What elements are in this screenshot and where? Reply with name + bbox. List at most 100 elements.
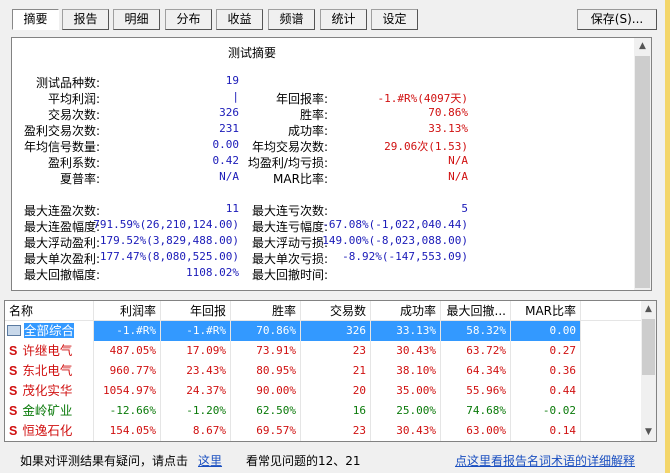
column-header-1[interactable]: 利润率	[94, 301, 161, 320]
summary-label: 最大连亏次数:	[251, 204, 328, 218]
stock-name-cell: S 金岭矿业	[5, 401, 94, 421]
tab-3[interactable]: 分布	[165, 9, 212, 30]
cell: 0.00	[511, 321, 581, 341]
glossary-link[interactable]: 点这里看报告名词术语的详细解释	[455, 452, 635, 469]
cell: 326	[301, 321, 371, 341]
summary-value: -149.00%(-8,023,088.00)	[315, 234, 468, 247]
cell: 1054.97%	[94, 381, 161, 401]
cell: 0.44	[511, 381, 581, 401]
summary-value: 326	[219, 106, 239, 119]
cell: 0.19	[511, 441, 581, 442]
summary-value: 179.52%(3,829,488.00)	[99, 234, 239, 247]
summary-label: 均盈利/均亏损:	[247, 156, 328, 170]
stock-name-cell: S 许继电气	[5, 341, 94, 361]
cell: 55.96%	[441, 381, 511, 401]
cell: 21	[301, 361, 371, 381]
summary-value: 19	[225, 74, 239, 87]
stock-name: 全部综合	[24, 323, 75, 338]
summary-label: 年均信号数量:	[23, 140, 100, 154]
cell: 16	[301, 401, 371, 421]
column-header-3[interactable]: 胜率	[231, 301, 301, 320]
table-row[interactable]: 全部综合 -1.#R% -1.#R% 70.86% 326 33.13% 58.32% 0.0…	[5, 321, 656, 341]
tab-2[interactable]: 明细	[113, 9, 160, 30]
tab-7[interactable]: 设定	[371, 9, 418, 30]
table-scrollbar[interactable]: ▲ ▼	[641, 301, 656, 441]
stock-marker-icon: S	[9, 364, 18, 378]
scroll-up-icon[interactable]: ▲	[634, 38, 651, 55]
summary-label: 胜率:	[299, 108, 328, 122]
cell: 73.91%	[231, 341, 301, 361]
tab-1[interactable]: 报告	[62, 9, 109, 30]
summary-label: 最大连亏幅度:	[251, 220, 328, 234]
summary-label: 盈利系数:	[47, 156, 100, 170]
table-row[interactable]: S 恒逸石化 154.05% 8.67% 69.57% 23 30.43% 63.00% 0.1…	[5, 421, 656, 441]
summary-value: |	[232, 90, 239, 103]
save-button[interactable]: 保存(S)...	[577, 9, 657, 30]
summary-value: -67.08%(-1,022,040.44)	[322, 218, 468, 231]
stock-name-cell: S河钢股份	[5, 441, 94, 442]
column-header-0[interactable]: 名称	[5, 301, 94, 320]
summary-label: 成功率:	[287, 124, 328, 138]
summary-label: 最大连盈次数:	[23, 204, 100, 218]
summary-label: 夏普率:	[59, 172, 100, 186]
stock-marker-icon: S	[9, 344, 18, 358]
results-table: 名称 利润率 年回报 胜率 交易数 成功率 最大回撤... MAR比率 全部综合 -1.#R% -…	[4, 300, 657, 442]
cell: 80.95%	[231, 361, 301, 381]
table-row[interactable]: S河钢股份260.00%12.10%61.11%1844.44%63.97%0.…	[5, 441, 656, 442]
cell: 61.11%	[231, 441, 301, 442]
table-row[interactable]: S 金岭矿业 -12.66% -1.20% 62.50% 16 25.00% 74.68% -0…	[5, 401, 656, 421]
scroll-down-icon[interactable]: ▼	[641, 424, 656, 441]
cell: 30.43%	[371, 421, 441, 441]
cell: 20	[301, 381, 371, 401]
summary-label: 最大单次盈利:	[23, 252, 100, 266]
stock-name-cell: S 东北电气	[5, 361, 94, 381]
stock-name: 金岭矿业	[22, 403, 73, 418]
summary-value: 29.06次(1.53)	[384, 140, 468, 153]
table-row[interactable]: S 茂化实华 1054.97% 24.37% 90.00% 20 35.00% 55.96% 0…	[5, 381, 656, 401]
summary-value: N/A	[219, 170, 239, 183]
column-header-5[interactable]: 成功率	[371, 301, 441, 320]
table-row[interactable]: S 东北电气 960.77% 23.43% 80.95% 21 38.10% 64.34% 0.…	[5, 361, 656, 381]
cell: 69.57%	[231, 421, 301, 441]
cell: 17.09%	[161, 341, 231, 361]
cell: -1.#R%	[94, 321, 161, 341]
stock-name: 茂化实华	[22, 383, 73, 398]
help-link[interactable]: 这里	[198, 452, 222, 469]
column-header-2[interactable]: 年回报	[161, 301, 231, 320]
summary-value: N/A	[448, 154, 468, 167]
column-header-4[interactable]: 交易数	[301, 301, 371, 320]
cell: 64.34%	[441, 361, 511, 381]
cell: 38.10%	[371, 361, 441, 381]
table-row[interactable]: S 许继电气 487.05% 17.09% 73.91% 23 30.43% 63.72% 0.…	[5, 341, 656, 361]
summary-title: 测试摘要	[227, 46, 276, 60]
cell: 960.77%	[94, 361, 161, 381]
stock-name-cell: S 恒逸石化	[5, 421, 94, 441]
summary-label: 年回报率:	[275, 92, 328, 106]
tab-0[interactable]: 摘要	[12, 9, 59, 30]
cell: 25.00%	[371, 401, 441, 421]
cell: 62.50%	[231, 401, 301, 421]
cell: 74.68%	[441, 401, 511, 421]
summary-value: 70.86%	[428, 106, 468, 119]
scroll-thumb[interactable]	[635, 56, 650, 288]
column-header-7[interactable]: MAR比率	[511, 301, 581, 320]
cell: 154.05%	[94, 421, 161, 441]
tab-4[interactable]: 收益	[216, 9, 263, 30]
tab-5[interactable]: 频谱	[268, 9, 315, 30]
scroll-up-icon[interactable]: ▲	[641, 301, 656, 318]
cell: 24.37%	[161, 381, 231, 401]
column-header-6[interactable]: 最大回撤...	[441, 301, 511, 320]
summary-scrollbar[interactable]: ▲	[634, 38, 651, 290]
footer-text: 如果对评测结果有疑问，请点击	[20, 454, 189, 468]
stock-name: 恒逸石化	[22, 423, 73, 438]
scroll-thumb[interactable]	[642, 319, 655, 375]
summary-value: -8.92%(-147,553.09)	[342, 250, 468, 263]
cell: 90.00%	[231, 381, 301, 401]
summary-label: 平均利润:	[47, 92, 100, 106]
summary-value: 5	[461, 202, 468, 215]
cell: 12.10%	[161, 441, 231, 442]
summary-label: 测试品种数:	[35, 76, 100, 90]
summary-value: 11	[225, 202, 239, 215]
cell: 63.97%	[441, 441, 511, 442]
tab-6[interactable]: 统计	[320, 9, 367, 30]
